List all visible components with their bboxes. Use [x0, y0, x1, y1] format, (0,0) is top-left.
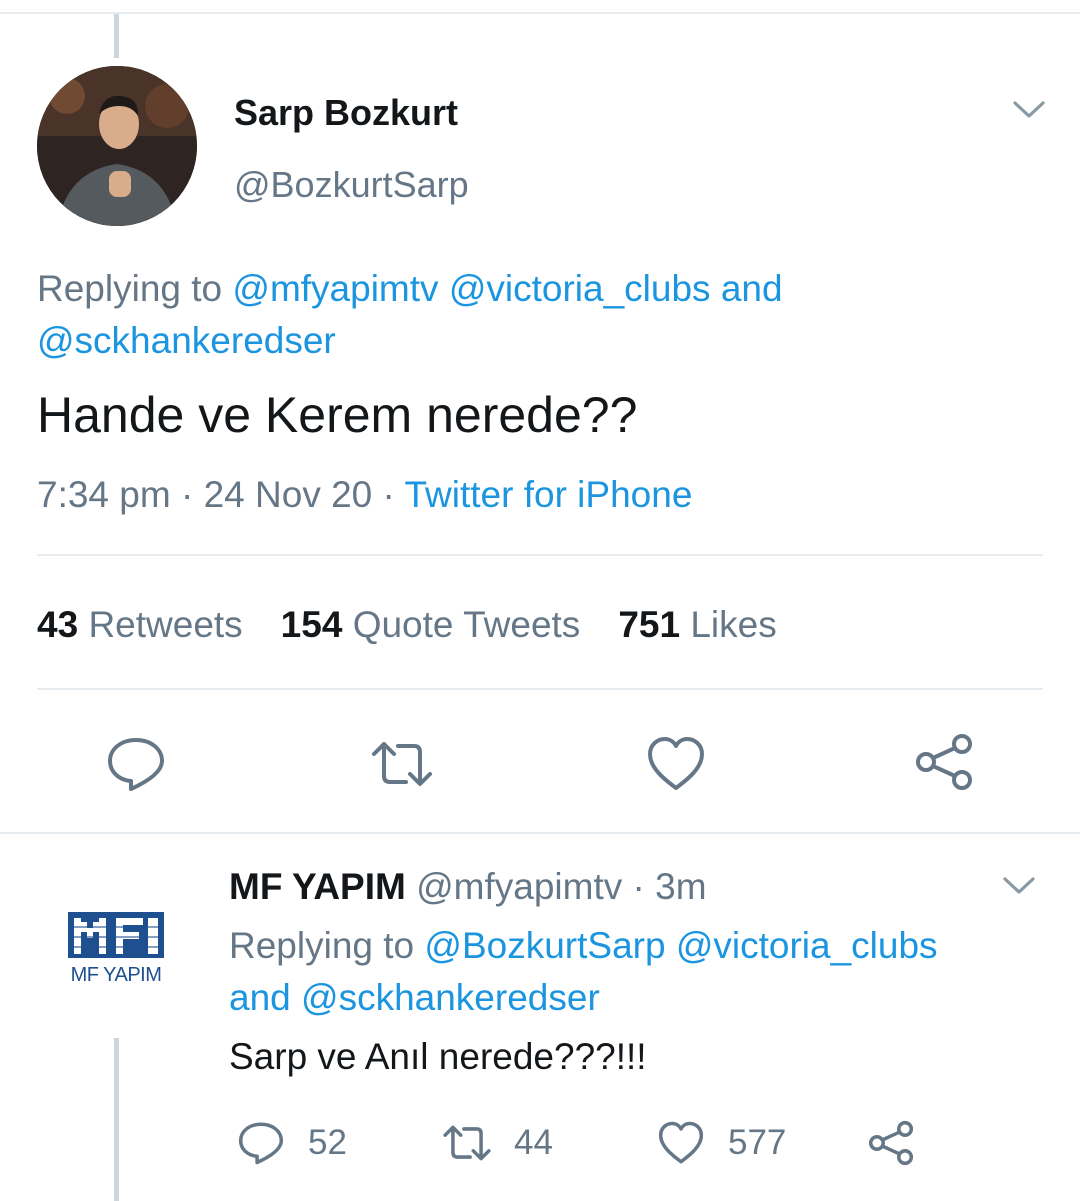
- reply-replying-to: Replying to @BozkurtSarp @victoria_clubs…: [229, 920, 1029, 1024]
- mention-link[interactable]: @sckhankeredser: [37, 320, 336, 361]
- reply-share-action[interactable]: [866, 1118, 916, 1168]
- avatar-photo: [37, 66, 197, 226]
- reply-like-action[interactable]: 577: [656, 1118, 786, 1168]
- retweets-label: Retweets: [88, 604, 243, 645]
- reply-text: Sarp ve Anıl nerede???!!!: [229, 1036, 647, 1077]
- replying-prefix: Replying to: [37, 268, 233, 309]
- retweets-count: 43: [37, 604, 79, 645]
- reply-time[interactable]: 3m: [655, 866, 706, 907]
- retweets-stat[interactable]: 43 Retweets: [37, 604, 243, 645]
- meta-separator: ·: [372, 474, 405, 515]
- tweet-meta: 7:34 pm · 24 Nov 20 · Twitter for iPhone: [37, 474, 692, 516]
- avatar[interactable]: [37, 66, 197, 226]
- reply-count: 52: [308, 1123, 347, 1162]
- likes-label: Likes: [690, 604, 777, 645]
- mention-link[interactable]: @mfyapimtv: [232, 268, 438, 309]
- mf-yapim-avatar[interactable]: MF YAPIM: [60, 908, 172, 988]
- thread-line: [114, 14, 119, 58]
- reply-icon: [238, 1122, 284, 1165]
- meta-separator: ·: [622, 866, 656, 907]
- mention-link[interactable]: @sckhankeredser: [301, 977, 600, 1018]
- reply-icon[interactable]: [104, 732, 168, 796]
- reply-author-handle[interactable]: @mfyapimtv: [416, 866, 622, 907]
- likes-stat[interactable]: 751 Likes: [618, 604, 776, 645]
- tweet-text: Hande ve Kerem nerede??: [37, 387, 638, 443]
- tweet-stats: 43 Retweets 154 Quote Tweets 751 Likes: [37, 604, 777, 646]
- tweet-time[interactable]: 7:34 pm: [37, 474, 171, 515]
- quotes-label: Quote Tweets: [352, 604, 581, 645]
- divider: [37, 554, 1043, 556]
- author-handle[interactable]: @BozkurtSarp: [234, 164, 469, 206]
- section-divider: [0, 832, 1080, 834]
- top-divider: [0, 12, 1080, 14]
- mention-link[interactable]: @victoria_clubs: [676, 925, 938, 966]
- thread-line: [114, 1038, 119, 1201]
- mention-link[interactable]: @BozkurtSarp: [424, 925, 665, 966]
- retweet-count: 44: [514, 1123, 553, 1162]
- like-count: 577: [728, 1123, 787, 1162]
- mf-yapim-logo: [68, 912, 164, 958]
- reply-reply-action[interactable]: 52: [236, 1118, 347, 1168]
- like-icon[interactable]: [644, 732, 708, 796]
- chevron-down-icon[interactable]: [1002, 876, 1036, 896]
- reply-retweet-action[interactable]: 44: [442, 1118, 553, 1168]
- quotes-stat[interactable]: 154 Quote Tweets: [281, 604, 581, 645]
- reply-header: MF YAPIM @mfyapimtv · 3m: [229, 866, 707, 908]
- replying-prefix: Replying to: [229, 925, 425, 966]
- like-icon: [658, 1121, 704, 1164]
- mention-link[interactable]: @victoria_clubs: [449, 268, 711, 309]
- quotes-count: 154: [280, 604, 343, 645]
- chevron-down-icon[interactable]: [1012, 100, 1046, 120]
- replying-and[interactable]: and: [721, 268, 783, 309]
- share-icon[interactable]: [912, 730, 976, 794]
- replying-and[interactable]: and: [229, 977, 291, 1018]
- share-icon: [868, 1120, 914, 1166]
- tweet-source[interactable]: Twitter for iPhone: [404, 474, 692, 515]
- logo-text: MF YAPIM: [70, 964, 162, 986]
- likes-count: 751: [618, 604, 681, 645]
- meta-separator: ·: [170, 474, 204, 515]
- divider: [37, 688, 1043, 690]
- tweet-date[interactable]: 24 Nov 20: [204, 474, 373, 515]
- author-name[interactable]: Sarp Bozkurt: [234, 92, 458, 134]
- retweet-icon: [443, 1125, 491, 1161]
- replying-to: Replying to @mfyapimtv @victoria_clubs a…: [37, 263, 1037, 367]
- reply-author-name[interactable]: MF YAPIM: [229, 866, 406, 907]
- retweet-icon[interactable]: [370, 732, 434, 796]
